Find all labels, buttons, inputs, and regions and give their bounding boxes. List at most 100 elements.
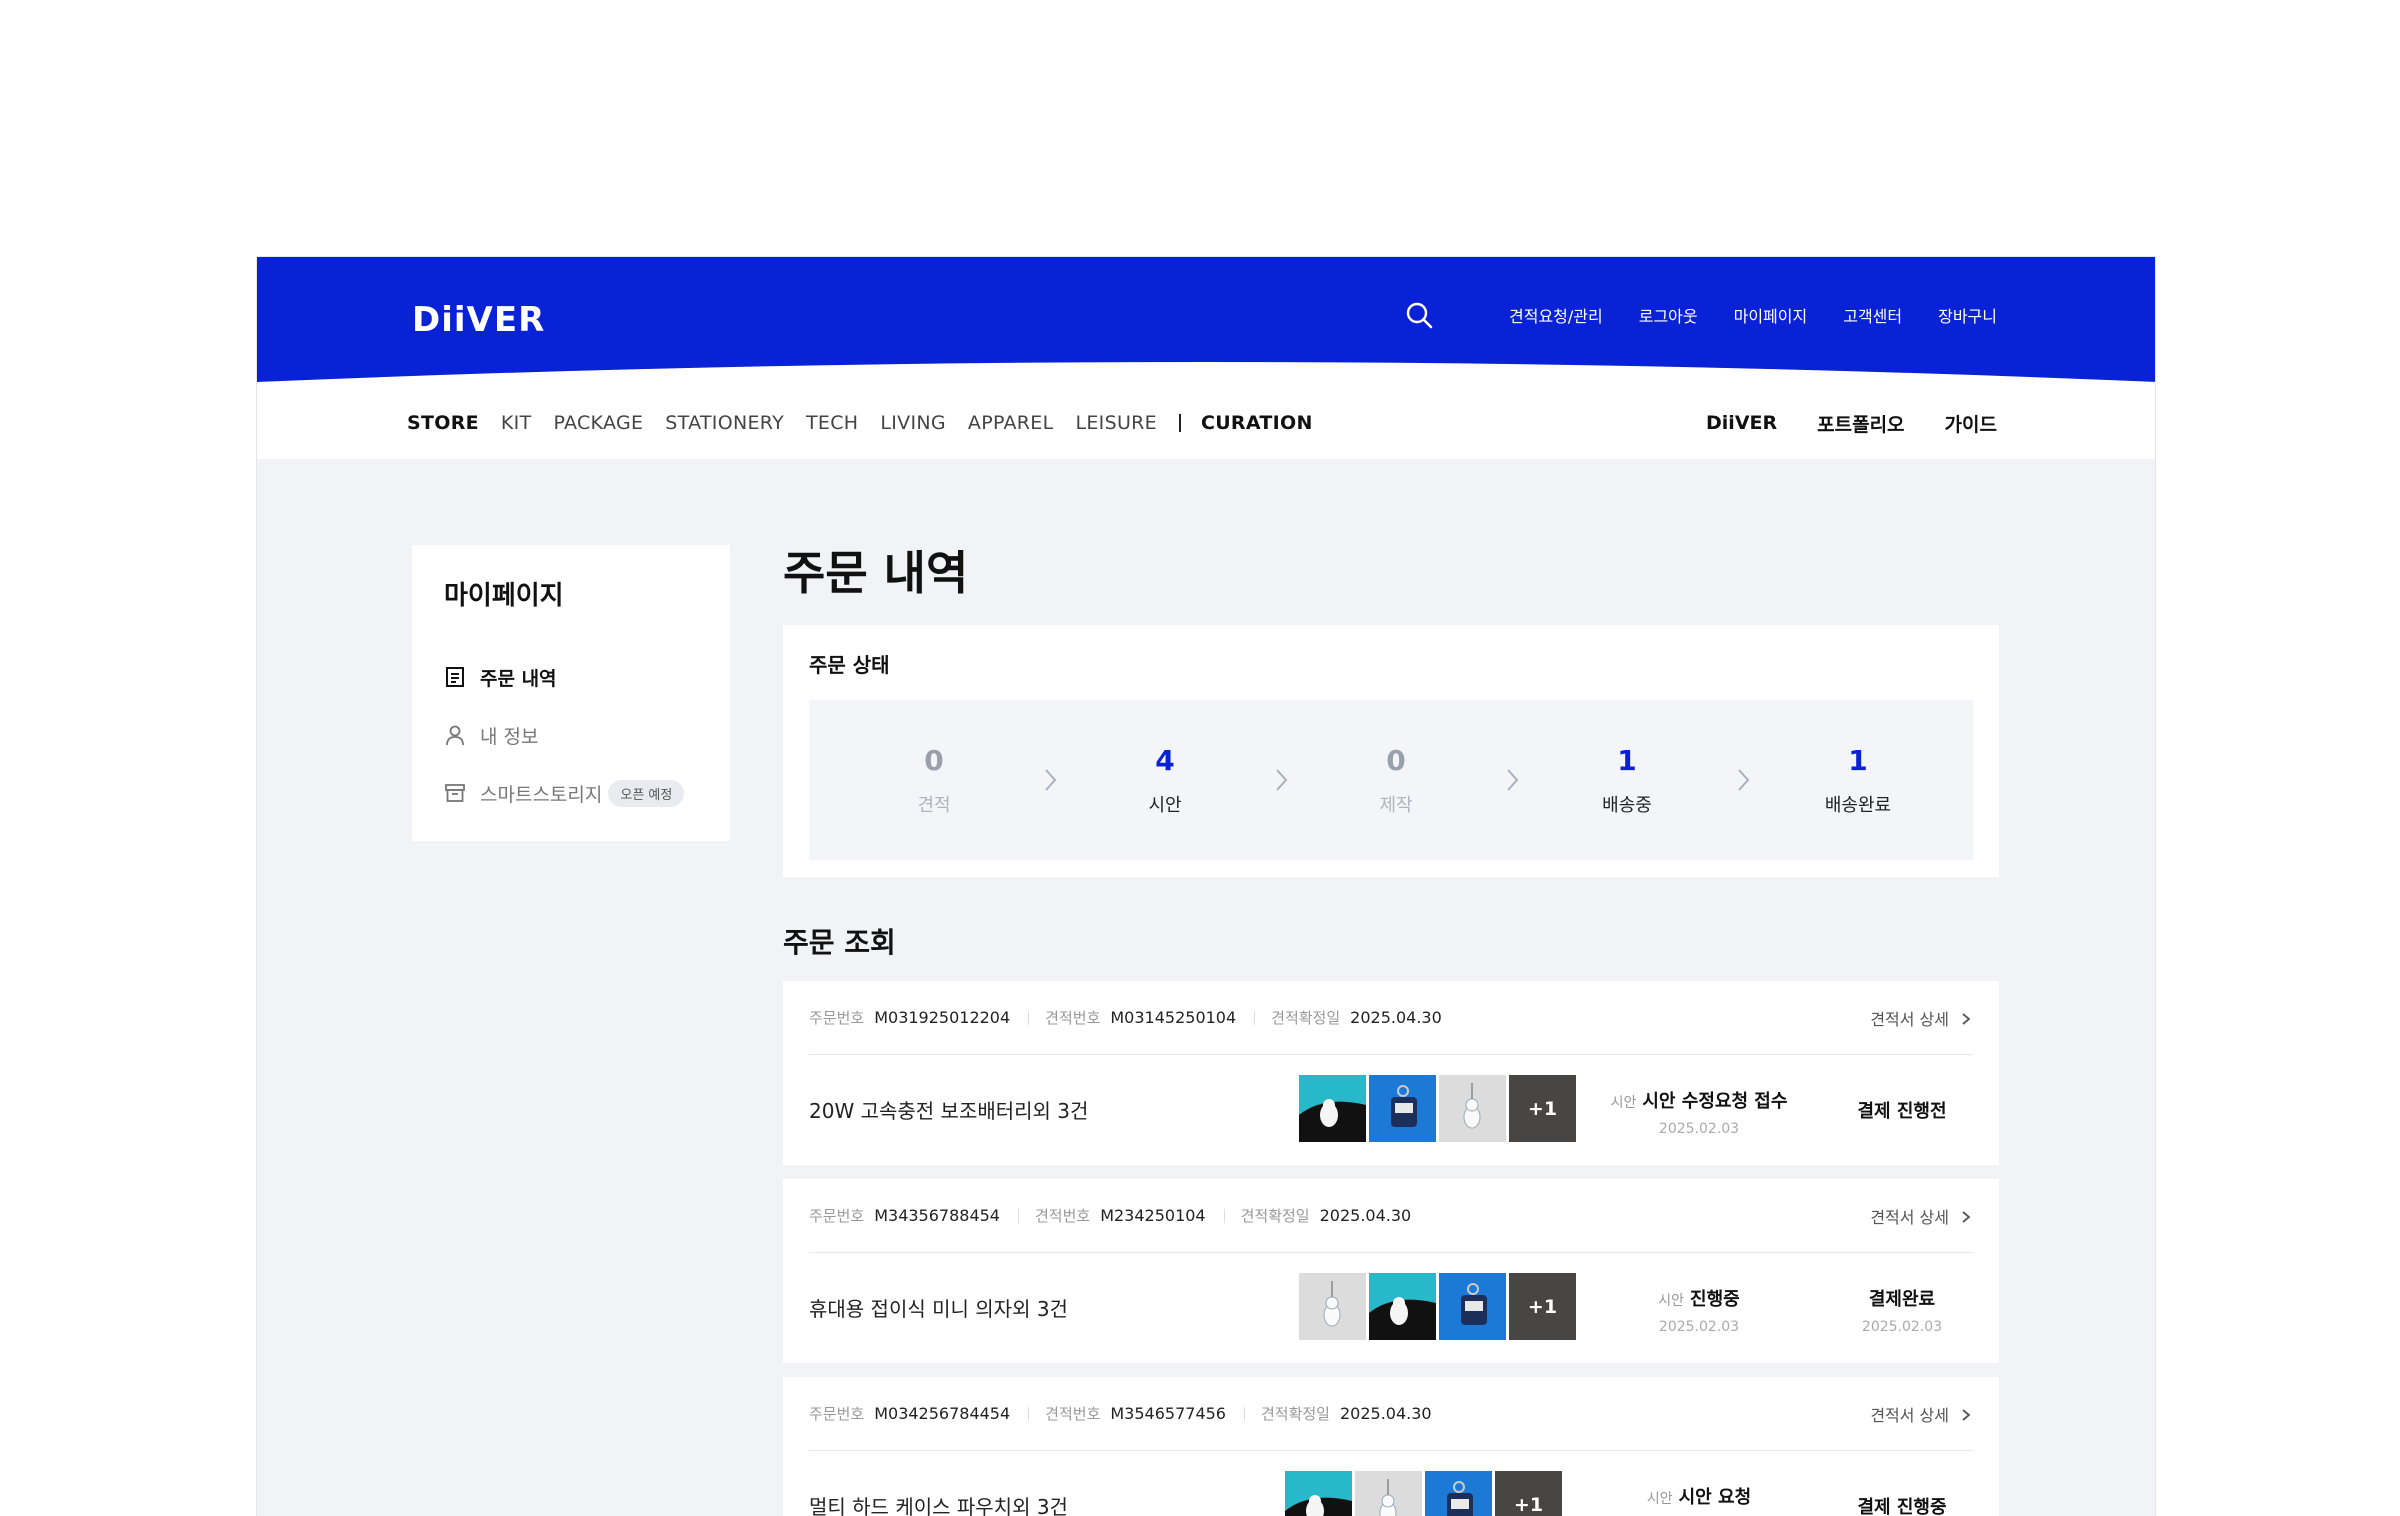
user-icon (444, 724, 466, 746)
cat-apparel[interactable]: APPAREL (968, 412, 1054, 434)
payment-status-value: 결제완료 (1868, 1289, 1936, 1310)
quote-detail-link[interactable]: 견적서 상세 (1870, 1179, 1973, 1253)
chevron-right-icon (1500, 765, 1524, 795)
utility-nav: 견적요청/관리 로그아웃 마이페이지 고객센터 장바구니 (1405, 301, 1997, 329)
product-name[interactable]: 멀티 하드 케이스 파우치외 3건 (809, 1491, 1068, 1516)
document-icon (444, 666, 466, 688)
order-card: 주문번호 M034256784454 견적번호 M3546577456 견적확정… (783, 1377, 1999, 1516)
nav-link-portfolio[interactable]: 포트폴리오 (1817, 410, 1904, 437)
cat-store[interactable]: STORE (407, 412, 479, 434)
logo[interactable]: DiiVER (412, 300, 545, 340)
proof-status: 시안 진행중 2025.02.03 (1569, 1285, 1829, 1335)
order-body: 20W 고속충전 보조배터리외 3건 +1 시안 시안 수정요청 접수 2025… (809, 1055, 1973, 1165)
product-thumbnail[interactable] (1425, 1471, 1492, 1516)
stage-count: 0 (1386, 743, 1406, 777)
product-thumbnail-more[interactable]: +1 (1509, 1075, 1576, 1142)
product-thumbnail[interactable] (1355, 1471, 1422, 1516)
mypage-sidebar: 마이페이지 주문 내역 내 정보 스마트스토리지 오픈 예정 (412, 545, 730, 841)
nav-divider (1178, 414, 1181, 432)
sidebar-item-orders[interactable]: 주문 내역 (444, 648, 698, 706)
cat-living[interactable]: LIVING (880, 412, 946, 434)
confirm-date: 2025.04.30 (1319, 1206, 1412, 1225)
product-thumbnail-more[interactable]: +1 (1509, 1273, 1576, 1340)
stage-count: 0 (924, 743, 944, 777)
order-no-key: 주문번호 (809, 1009, 865, 1027)
stage-label: 제작 (1379, 794, 1413, 816)
sidebar-title: 마이페이지 (444, 581, 564, 611)
nav-link-diiver[interactable]: DiiVER (1706, 412, 1777, 434)
product-thumbnail[interactable] (1439, 1075, 1506, 1142)
header-wave (257, 362, 2155, 392)
cat-leisure[interactable]: LEISURE (1075, 412, 1156, 434)
sidebar-item-profile[interactable]: 내 정보 (444, 706, 698, 764)
coming-soon-badge: 오픈 예정 (608, 779, 685, 807)
proof-status-value: 시안 수정요청 접수 (1642, 1091, 1788, 1112)
quote-detail-link[interactable]: 견적서 상세 (1870, 1377, 1973, 1451)
product-thumbnail[interactable] (1299, 1075, 1366, 1142)
product-thumbnail[interactable] (1439, 1273, 1506, 1340)
sidebar-item-label: 내 정보 (480, 725, 539, 748)
cat-stationery[interactable]: STATIONERY (665, 412, 784, 434)
payment-status-value: 결제 진행전 (1857, 1101, 1947, 1122)
search-icon[interactable] (1405, 301, 1433, 329)
cat-kit[interactable]: KIT (501, 412, 532, 434)
chevron-right-icon (1959, 1209, 1973, 1223)
top-header: DiiVER 견적요청/관리 로그아웃 마이페이지 고객센터 장바구니 (257, 257, 2155, 392)
product-thumbnail-more[interactable]: +1 (1495, 1471, 1562, 1516)
payment-status: 결제완료 2025.02.03 (1837, 1285, 1967, 1335)
stage-count: 1 (1617, 743, 1637, 777)
stage-label: 배송중 (1602, 794, 1652, 816)
proof-date: 2025.02.03 (1658, 1319, 1740, 1335)
util-link-quote[interactable]: 견적요청/관리 (1509, 303, 1603, 327)
product-thumbnail[interactable] (1299, 1273, 1366, 1340)
chevron-right-icon (1731, 765, 1755, 795)
product-thumbnails: +1 (1285, 1471, 1565, 1516)
confirm-date-key: 견적확정일 (1271, 1009, 1341, 1027)
chevron-right-icon (1038, 765, 1062, 795)
more-count: +1 (1509, 1075, 1576, 1142)
cat-curation[interactable]: CURATION (1201, 412, 1313, 434)
proof-status: 시안 시안 수정요청 접수 2025.02.03 (1569, 1087, 1829, 1137)
confirm-date: 2025.04.30 (1350, 1008, 1442, 1027)
order-no-key: 주문번호 (809, 1207, 865, 1225)
meta-divider (1223, 1208, 1225, 1223)
stage-shipping[interactable]: 1 배송중 (1572, 744, 1682, 817)
order-meta: 주문번호 M034256784454 견적번호 M3546577456 견적확정… (809, 1377, 1973, 1451)
order-no-key: 주문번호 (809, 1405, 865, 1423)
order-no: M34356788454 (874, 1206, 1000, 1225)
payment-status: 결제 진행전 (1837, 1097, 1967, 1123)
util-link-support[interactable]: 고객센터 (1843, 303, 1902, 327)
stage-quote[interactable]: 0 견적 (879, 744, 989, 817)
stage-proof[interactable]: 4 시안 (1110, 744, 1220, 817)
order-body: 휴대용 접이식 미니 의자외 3건 +1 시안 진행중 2025.02.03 결… (809, 1253, 1973, 1363)
confirm-date-key: 견적확정일 (1260, 1405, 1330, 1423)
order-meta: 주문번호 M031925012204 견적번호 M03145250104 견적확… (809, 981, 1973, 1055)
quote-detail-link[interactable]: 견적서 상세 (1870, 981, 1973, 1055)
stage-production[interactable]: 0 제작 (1341, 744, 1451, 817)
sidebar-item-smart-storage[interactable]: 스마트스토리지 오픈 예정 (444, 764, 698, 822)
product-name[interactable]: 휴대용 접이식 미니 의자외 3건 (809, 1293, 1068, 1322)
payment-status-value: 결제 진행중 (1857, 1497, 1947, 1516)
proof-status-value: 진행중 (1690, 1289, 1740, 1310)
confirm-date: 2025.04.30 (1340, 1404, 1432, 1423)
product-thumbnail[interactable] (1369, 1273, 1436, 1340)
meta-divider (1254, 1010, 1256, 1025)
order-no: M034256784454 (874, 1404, 1011, 1423)
proof-key: 시안 (1646, 1491, 1673, 1507)
payment-status: 결제 진행중 (1837, 1493, 1967, 1516)
nav-link-guide[interactable]: 가이드 (1945, 410, 1997, 437)
product-name[interactable]: 20W 고속충전 보조배터리외 3건 (809, 1095, 1088, 1124)
util-link-mypage[interactable]: 마이페이지 (1734, 303, 1808, 327)
util-link-cart[interactable]: 장바구니 (1938, 303, 1997, 327)
stage-label: 배송완료 (1824, 794, 1892, 816)
chevron-right-icon (1959, 1407, 1973, 1421)
sidebar-item-label: 스마트스토리지 (480, 783, 603, 806)
cat-tech[interactable]: TECH (806, 412, 858, 434)
cat-package[interactable]: PACKAGE (553, 412, 643, 434)
stage-delivered[interactable]: 1 배송완료 (1803, 744, 1913, 817)
util-link-logout[interactable]: 로그아웃 (1639, 303, 1698, 327)
meta-divider (1028, 1406, 1030, 1421)
more-count: +1 (1509, 1273, 1576, 1340)
product-thumbnail[interactable] (1369, 1075, 1436, 1142)
product-thumbnail[interactable] (1285, 1471, 1352, 1516)
